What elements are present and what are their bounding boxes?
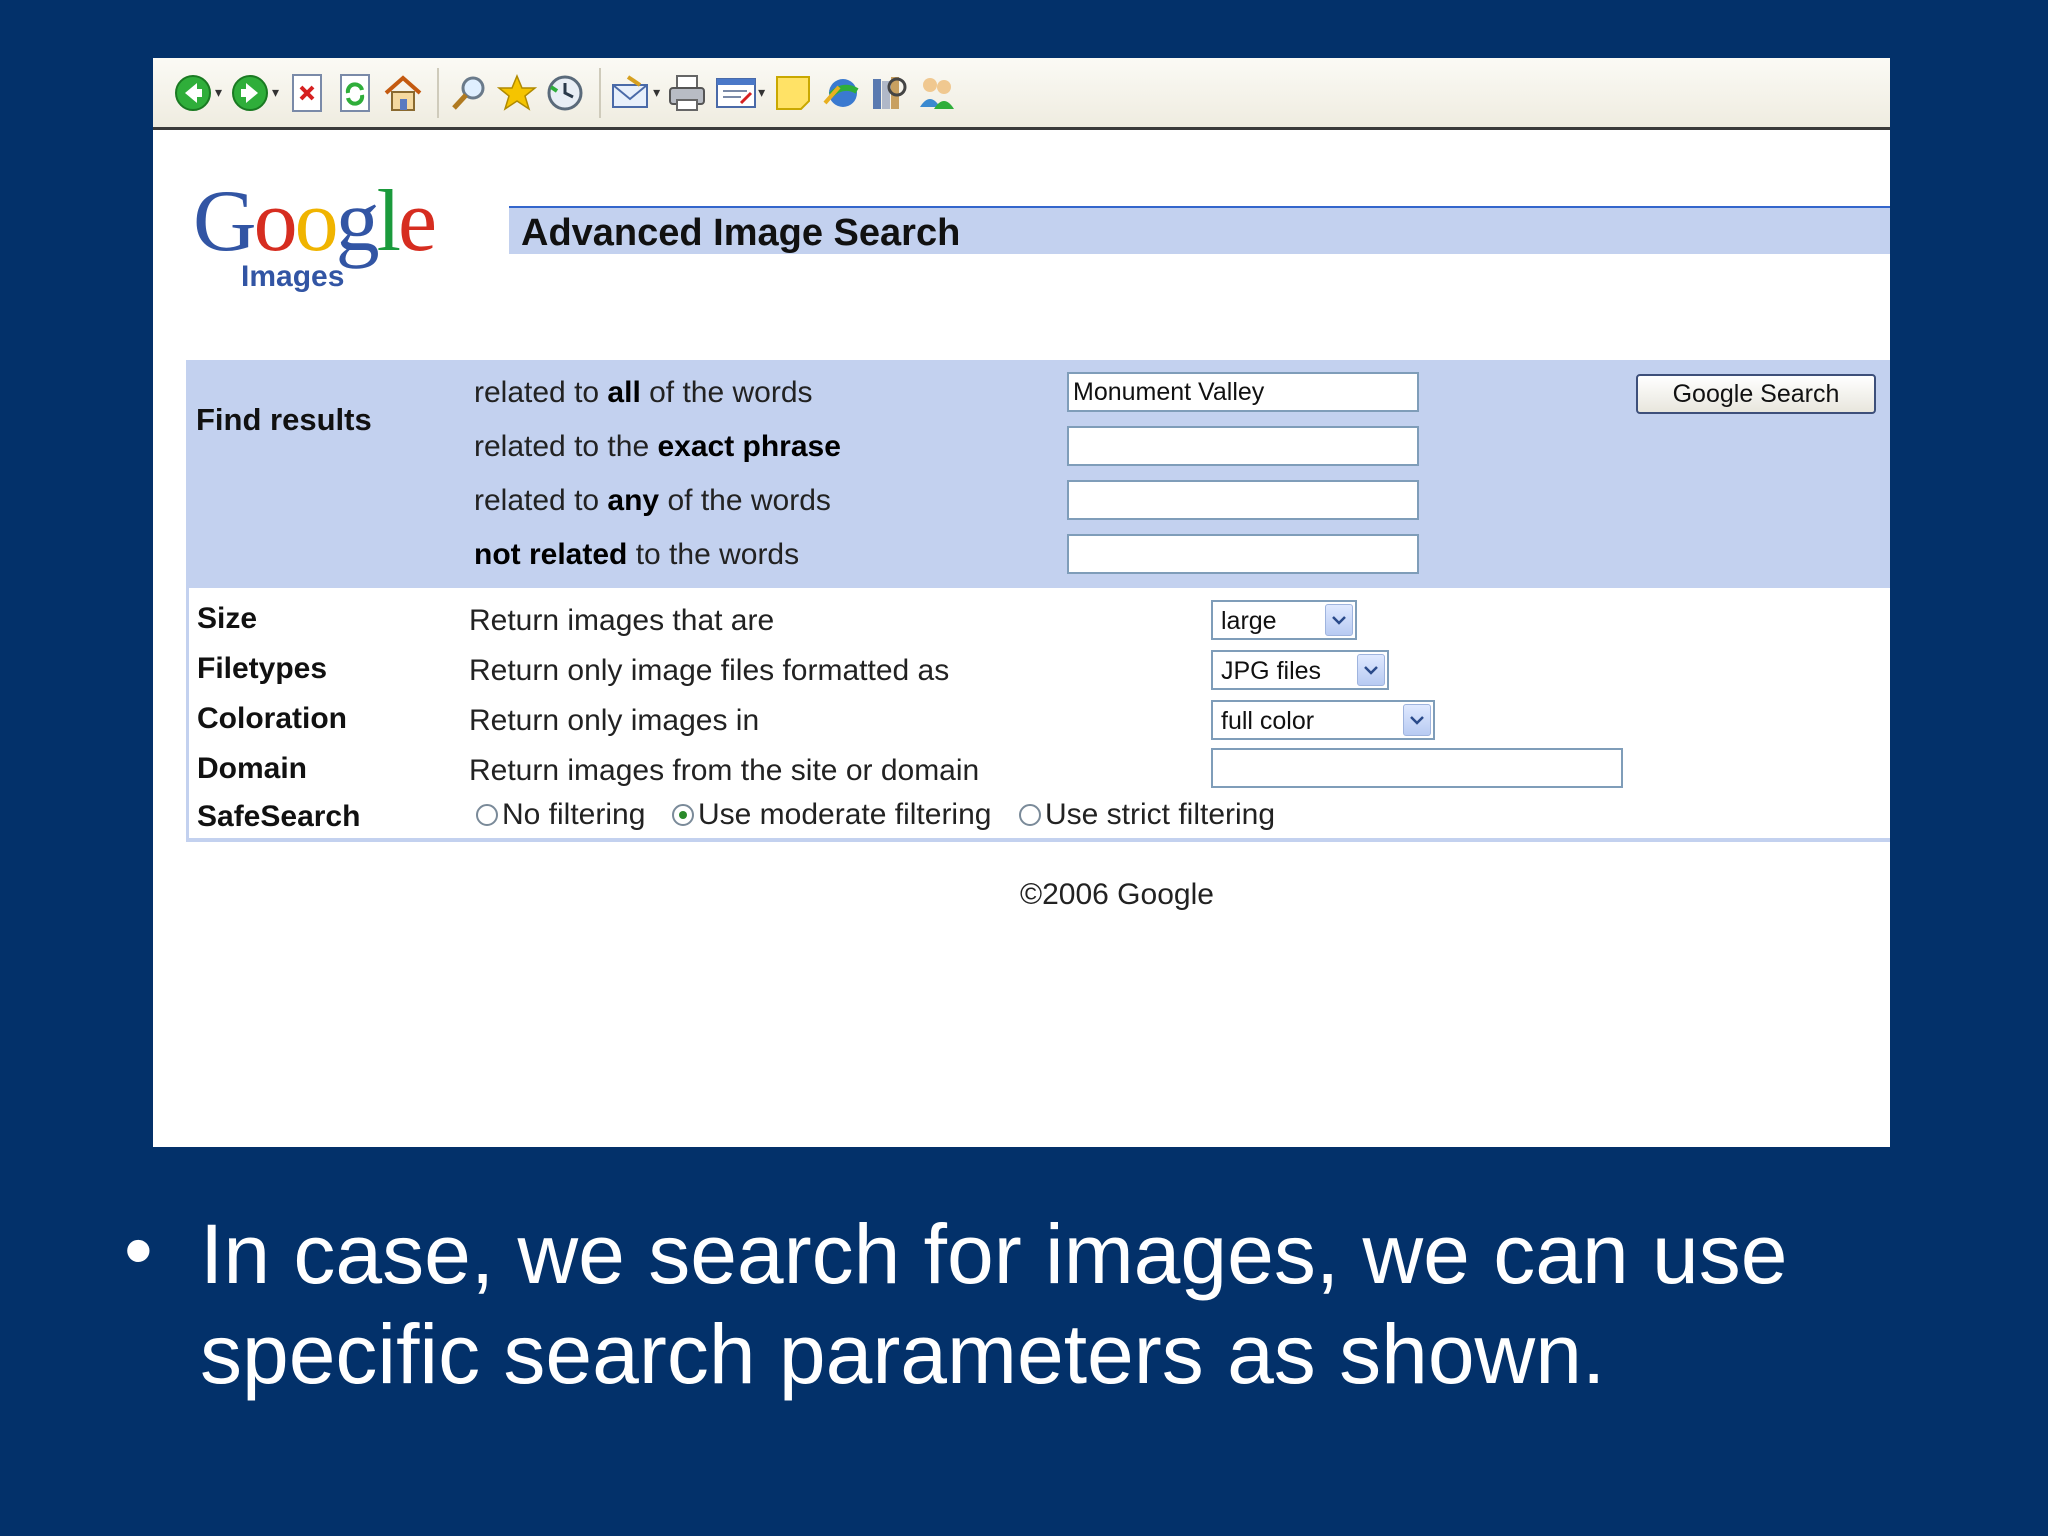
browser-toolbar: ▾ ▾ ▾ ▾ — [153, 58, 1890, 130]
any-words-input[interactable] — [1067, 480, 1419, 520]
safesearch-option-moderate[interactable]: Use moderate filtering — [672, 798, 991, 832]
toolbar-separator — [437, 67, 440, 118]
logo-subtitle: Images — [241, 260, 345, 293]
filetypes-description: Return only image files formatted as — [469, 654, 950, 687]
domain-label: Domain — [197, 752, 308, 785]
filetypes-select[interactable]: JPG files — [1211, 650, 1389, 690]
messenger-icon[interactable] — [819, 71, 863, 115]
copyright-text: ©2006 Google — [1020, 878, 1214, 911]
safesearch-option-label: Use moderate filtering — [698, 798, 992, 831]
page-title-bar: Advanced Image Search — [509, 206, 1890, 254]
filetypes-select-value: JPG files — [1221, 657, 1322, 685]
size-select-value: large — [1221, 607, 1277, 635]
slide-caption: In case, we search for images, we can us… — [200, 1207, 1788, 1401]
exact-phrase-input[interactable] — [1067, 426, 1419, 466]
logo-wordmark: Google — [193, 173, 437, 270]
edit-icon[interactable] — [714, 71, 758, 115]
find-results-panel: Find results related to all of the words… — [186, 360, 1890, 588]
coloration-select-value: full color — [1221, 707, 1315, 735]
google-search-button[interactable]: Google Search — [1636, 374, 1876, 414]
find-results-label: Find results — [196, 402, 372, 437]
search-options-panel: Size Return images that are large Filety… — [186, 588, 1890, 842]
not-related-input[interactable] — [1067, 534, 1419, 574]
filetypes-label: Filetypes — [197, 652, 328, 685]
print-icon[interactable] — [666, 71, 710, 115]
edit-dropdown-icon[interactable]: ▾ — [758, 84, 765, 101]
find-row-any-label: related to any of the words — [474, 484, 831, 517]
find-row-not-label: not related to the words — [474, 538, 800, 571]
forward-dropdown-icon[interactable]: ▾ — [272, 84, 279, 101]
safesearch-option-label: No filtering — [502, 798, 646, 831]
safesearch-option-label: Use strict filtering — [1045, 798, 1276, 831]
radio-button[interactable] — [1019, 804, 1041, 826]
size-select[interactable]: large — [1211, 600, 1357, 640]
mail-dropdown-icon[interactable]: ▾ — [653, 84, 660, 101]
forward-icon[interactable] — [228, 71, 272, 115]
back-icon[interactable] — [171, 71, 215, 115]
contacts-icon[interactable] — [915, 71, 959, 115]
google-images-logo[interactable]: Google Images — [193, 178, 473, 298]
coloration-select[interactable]: full color — [1211, 700, 1435, 740]
home-icon[interactable] — [381, 71, 425, 115]
radio-button[interactable] — [476, 804, 498, 826]
all-words-input[interactable] — [1067, 372, 1419, 412]
search-icon[interactable] — [447, 71, 491, 115]
coloration-description: Return only images in — [469, 704, 760, 737]
find-row-exact-label: related to the exact phrase — [474, 430, 841, 463]
toolbar-separator — [599, 67, 602, 118]
back-dropdown-icon[interactable]: ▾ — [215, 84, 222, 101]
coloration-label: Coloration — [197, 702, 347, 735]
favorites-icon[interactable] — [495, 71, 539, 115]
safesearch-option-strict[interactable]: Use strict filtering — [1019, 798, 1275, 832]
domain-description: Return images from the site or domain — [469, 754, 980, 787]
browser-window: ▾ ▾ ▾ ▾ Google Images Advanced Image Sea… — [153, 58, 1890, 1147]
find-row-all-label: related to all of the words — [474, 376, 813, 409]
size-description: Return images that are — [469, 604, 775, 637]
mail-icon[interactable] — [609, 71, 653, 115]
page-title: Advanced Image Search — [521, 212, 961, 254]
research-icon[interactable] — [867, 71, 911, 115]
note-icon[interactable] — [771, 71, 815, 115]
bullet-marker: • — [124, 1205, 153, 1296]
domain-input[interactable] — [1211, 748, 1623, 788]
stop-icon[interactable] — [285, 71, 329, 115]
size-label: Size — [197, 602, 258, 635]
radio-button-selected[interactable] — [672, 804, 694, 826]
chevron-down-icon[interactable] — [1357, 654, 1385, 686]
history-icon[interactable] — [543, 71, 587, 115]
refresh-icon[interactable] — [333, 71, 377, 115]
chevron-down-icon[interactable] — [1403, 704, 1431, 736]
safesearch-label: SafeSearch — [197, 800, 361, 833]
safesearch-option-none[interactable]: No filtering — [476, 798, 645, 832]
chevron-down-icon[interactable] — [1325, 604, 1353, 636]
